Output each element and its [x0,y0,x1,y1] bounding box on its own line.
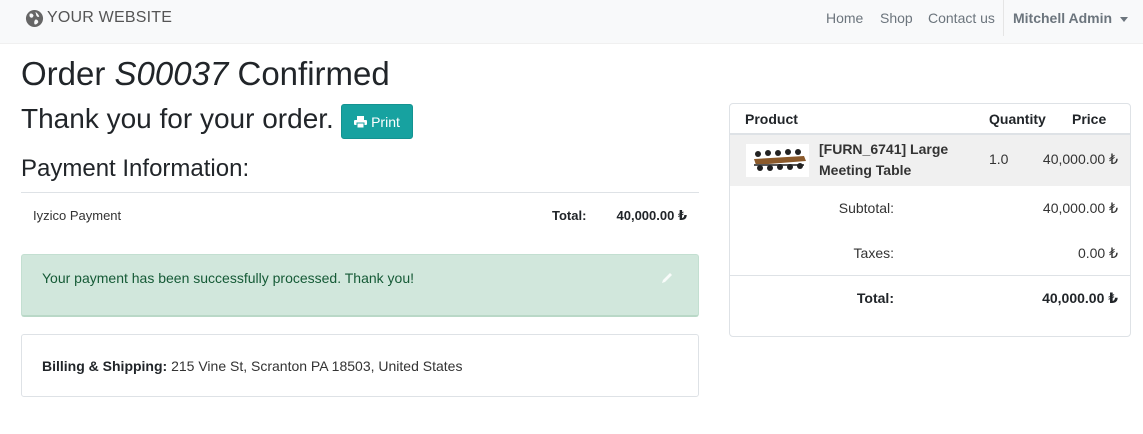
pencil-icon[interactable] [660,271,674,285]
order-reference: S00037 [114,55,229,92]
subtotal-value: 40,000.00 ₺ [1042,200,1118,216]
product-link[interactable]: [FURN_6741] Large Meeting Table [819,139,969,181]
payment-method: Iyzico Payment [33,208,122,223]
title-prefix: Order [21,55,106,92]
summary-header: Product Quantity Price [730,104,1130,135]
brand-logo-link[interactable]: YOUR WEBSITE [25,8,172,28]
user-name: Mitchell Admin [1013,10,1113,26]
billing-shipping-line: Billing & Shipping: 215 Vine St, Scranto… [42,358,462,374]
globe-icon [25,9,44,27]
nav-contact-link[interactable]: Contact us [928,10,995,26]
user-menu-toggle[interactable]: Mitchell Admin [1013,10,1129,26]
column-header-product: Product [745,111,798,127]
title-suffix: Confirmed [237,55,390,92]
print-icon [354,115,368,128]
payment-total-value: 40,000.00 ₺ [616,208,688,223]
payment-table: Iyzico Payment Total: 40,000.00 ₺ [21,192,699,238]
product-quantity: 1.0 [989,151,1009,167]
column-header-quantity: Quantity [989,111,1046,127]
thank-you-heading: Thank you for your order. [21,103,334,134]
navbar: YOUR WEBSITE Home Shop Contact us Mitche… [0,0,1143,44]
summary-divider [730,275,1130,276]
print-button-label: Print [371,113,400,130]
chevron-down-icon [1120,16,1129,22]
print-button[interactable]: Print [341,104,413,139]
brand-name: YOUR WEBSITE [47,9,173,26]
nav-shop-link[interactable]: Shop [880,10,913,26]
billing-label: Billing & Shipping: [42,358,168,374]
product-thumbnail [746,144,809,177]
taxes-label: Taxes: [853,245,894,261]
product-price: 40,000.00 ₺ [1042,151,1118,167]
nav-divider [1003,0,1004,36]
summary-total-value: 40,000.00 ₺ [1042,290,1118,306]
payment-success-message: Your payment has been successfully proce… [42,270,414,286]
table-row: [FURN_6741] Large Meeting Table 1.0 40,0… [730,135,1130,186]
page-title: Order S00037 Confirmed [21,54,390,94]
taxes-value: 0.00 ₺ [1077,245,1118,261]
billing-address: 215 Vine St, Scranton PA 18503, United S… [171,358,463,374]
order-summary-card: Product Quantity Price [FURN_6741] Large… [729,103,1131,337]
nav-home-link[interactable]: Home [826,10,863,26]
subtotal-label: Subtotal: [838,200,894,216]
billing-shipping-card: Billing & Shipping: 215 Vine St, Scranto… [21,334,699,397]
column-header-price: Price [1072,111,1107,127]
summary-total-label: Total: [856,290,894,306]
payment-total-label: Total: [552,208,587,223]
payment-success-alert: Your payment has been successfully proce… [21,254,699,317]
payment-info-heading: Payment Information: [21,155,250,182]
